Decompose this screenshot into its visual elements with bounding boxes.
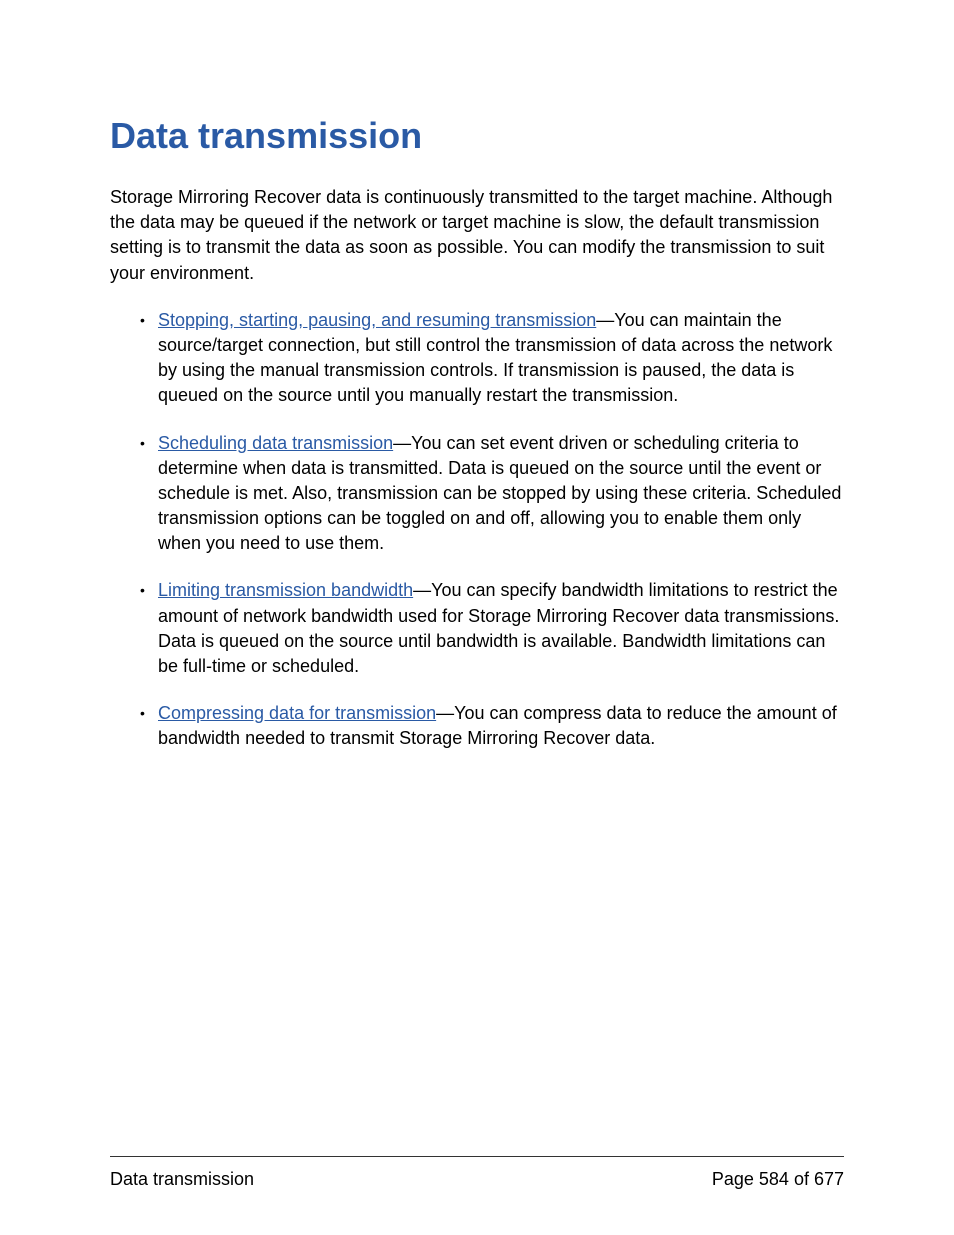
footer-page-number: Page 584 of 677 [712,1169,844,1190]
footer-title: Data transmission [110,1169,254,1190]
page-heading: Data transmission [110,115,844,157]
list-item: Scheduling data transmission—You can set… [158,431,844,557]
link-stopping-starting[interactable]: Stopping, starting, pausing, and resumin… [158,310,596,330]
link-scheduling[interactable]: Scheduling data transmission [158,433,393,453]
bullet-list: Stopping, starting, pausing, and resumin… [110,308,844,752]
intro-paragraph: Storage Mirroring Recover data is contin… [110,185,844,286]
page-footer: Data transmission Page 584 of 677 [110,1156,844,1190]
list-item: Compressing data for transmission—You ca… [158,701,844,751]
link-limiting-bandwidth[interactable]: Limiting transmission bandwidth [158,580,413,600]
list-item: Stopping, starting, pausing, and resumin… [158,308,844,409]
list-item: Limiting transmission bandwidth—You can … [158,578,844,679]
link-compressing[interactable]: Compressing data for transmission [158,703,436,723]
